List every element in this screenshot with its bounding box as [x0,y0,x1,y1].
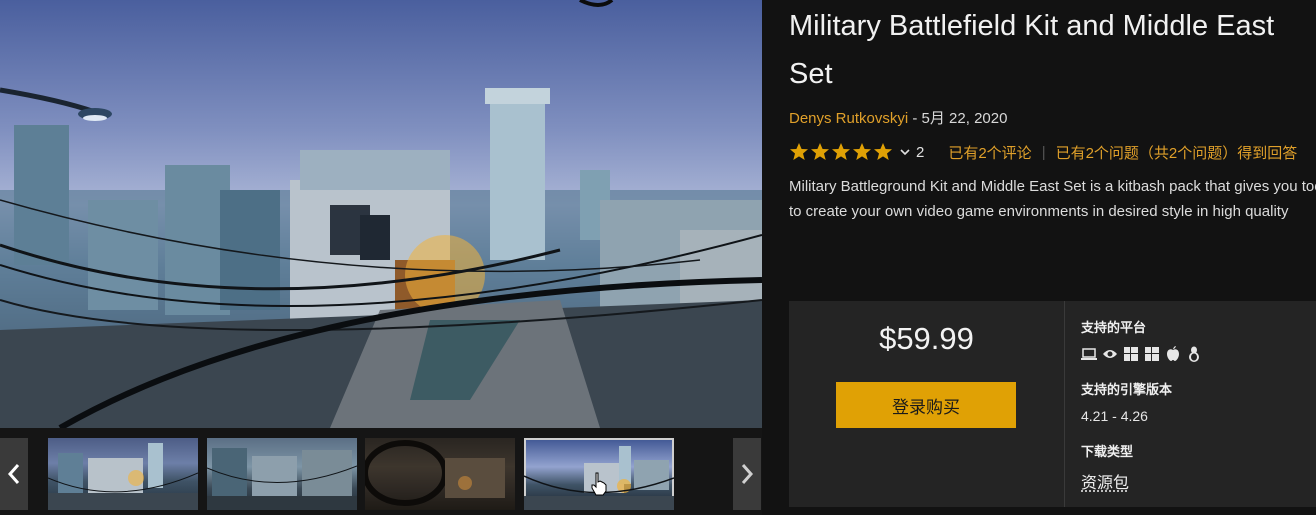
platform-icons [1081,346,1311,362]
thumbnail-3[interactable] [365,438,515,510]
author-link[interactable]: Denys Rutkovskyi [789,110,908,127]
apple-icon [1165,346,1181,362]
thumbnail-2[interactable] [207,438,357,510]
reviews-link[interactable]: 已有2个评论 [948,142,1031,163]
product-title: Military Battlefield Kit and Middle East… [789,10,1275,90]
thumbnail-image [207,448,357,510]
release-date: 5月 22, 2020 [921,110,1008,127]
windows-icon [1144,346,1160,362]
thumbnail-strip [0,428,762,515]
price: $59.99 [879,321,974,356]
rating-row: 2 已有2个评论 | 已有2个问题（共2个问题）得到回答 [789,140,1297,164]
thumbnail-1[interactable] [48,438,198,510]
thumbnail-image [48,443,198,510]
description-line: Military Battleground Kit and Middle Eas… [789,178,1316,195]
chevron-right-icon [741,464,754,484]
eye-icon [1102,346,1118,362]
product-meta: 支持的平台 支持的引擎版本 4.21 - 4.26 下载类型 资源包 [1081,317,1311,493]
divider: | [1041,143,1046,161]
next-image-button[interactable] [733,438,761,510]
divider [1064,301,1065,507]
star-icon [790,143,808,160]
hand-cursor-icon [591,472,607,496]
product-description: Military Battleground Kit and Middle Eas… [789,174,1316,224]
platforms-label: 支持的平台 [1081,320,1147,335]
questions-link[interactable]: 已有2个问题（共2个问题）得到回答 [1056,142,1298,163]
chevron-down-icon[interactable] [899,146,911,158]
star-rating[interactable] [789,142,893,162]
hero-image[interactable] [0,0,762,428]
download-type-label: 下载类型 [1081,444,1134,459]
login-to-buy-button[interactable]: 登录购买 [836,382,1016,428]
purchase-panel: $59.99 登录购买 支持的平台 支持的引擎版本 4.21 - 4.26 下载… [789,301,1316,507]
laptop-icon [1081,346,1097,362]
star-icon [853,143,871,160]
engine-versions-label: 支持的引擎版本 [1081,382,1173,397]
thumbnail-image [365,438,515,510]
engine-versions-value: 4.21 - 4.26 [1081,408,1148,424]
previous-image-button[interactable] [0,438,28,510]
star-icon [811,143,829,160]
byline-separator: - [908,110,922,127]
chevron-left-icon [7,464,20,484]
description-line: to create your own video game environmen… [789,203,1289,220]
linux-icon [1186,346,1202,362]
byline: Denys Rutkovskyi - 5月 22, 2020 [789,107,1007,128]
star-icon [832,143,850,160]
star-icon [874,143,892,160]
download-type-link[interactable]: 资源包 [1081,469,1129,493]
media-gallery [0,0,762,515]
windows-icon [1123,346,1139,362]
rating-count: 2 [916,143,925,161]
hero-scene [0,0,762,428]
